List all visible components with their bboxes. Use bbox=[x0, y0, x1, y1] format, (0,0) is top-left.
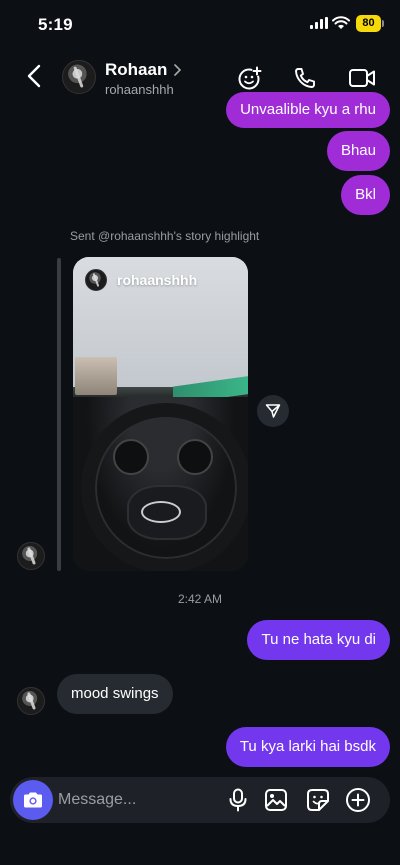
contact-username: rohaanshhh bbox=[105, 82, 174, 97]
sent-message[interactable]: Tu kya larki hai bsdk bbox=[225, 727, 390, 767]
sticker-button[interactable] bbox=[305, 787, 331, 813]
sticker-icon bbox=[307, 789, 329, 811]
sent-message[interactable]: Bhau bbox=[326, 131, 390, 171]
message-timestamp: 2:42 AM bbox=[178, 592, 223, 606]
wifi-icon bbox=[332, 16, 350, 29]
camera-icon bbox=[24, 792, 42, 808]
back-icon bbox=[27, 64, 41, 88]
story-owner-avatar bbox=[85, 269, 107, 291]
story-caption: Sent @rohaanshhh's story highlight bbox=[70, 229, 260, 243]
phone-icon bbox=[295, 68, 315, 88]
voice-call-button[interactable] bbox=[291, 64, 319, 92]
story-car-logo bbox=[141, 501, 181, 523]
effects-button[interactable] bbox=[236, 64, 264, 92]
add-effects-icon bbox=[238, 66, 262, 90]
sent-message[interactable]: Bkl bbox=[341, 175, 390, 215]
sent-message[interactable]: Unvaalible kyu a rhu bbox=[226, 92, 390, 128]
gallery-icon bbox=[265, 789, 287, 811]
microphone-icon bbox=[229, 788, 247, 812]
story-highlight-card[interactable]: rohaanshhh bbox=[73, 257, 248, 571]
cellular-signal-icon bbox=[310, 17, 328, 29]
share-button[interactable] bbox=[257, 395, 289, 427]
battery-indicator: 80 bbox=[356, 15, 384, 32]
contact-name-row: Rohaan bbox=[105, 60, 182, 80]
story-truck bbox=[75, 357, 117, 395]
chevron-right-icon bbox=[174, 64, 182, 76]
video-icon bbox=[349, 69, 375, 87]
camera-button[interactable] bbox=[13, 780, 53, 820]
message-input[interactable] bbox=[58, 777, 208, 823]
message-composer bbox=[10, 777, 390, 823]
sender-avatar[interactable] bbox=[17, 687, 45, 715]
contact-avatar[interactable] bbox=[62, 60, 96, 94]
send-icon bbox=[265, 404, 281, 418]
contact-info[interactable]: Rohaan rohaanshhh bbox=[105, 60, 182, 97]
sent-message[interactable]: Tu ne hata kyu di bbox=[247, 620, 390, 660]
contact-name: Rohaan bbox=[105, 60, 168, 79]
voice-message-button[interactable] bbox=[225, 787, 251, 813]
story-owner-name: rohaanshhh bbox=[117, 272, 198, 288]
received-message[interactable]: mood swings bbox=[57, 674, 173, 714]
more-options-button[interactable] bbox=[345, 787, 371, 813]
add-circle-icon bbox=[346, 788, 370, 812]
gallery-button[interactable] bbox=[263, 787, 289, 813]
video-call-button[interactable] bbox=[348, 64, 376, 92]
reply-bar bbox=[57, 258, 61, 571]
status-time: 5:19 bbox=[38, 15, 73, 34]
status-bar: 5:19 80 bbox=[0, 0, 400, 48]
back-button[interactable] bbox=[20, 62, 48, 90]
sender-avatar[interactable] bbox=[17, 542, 45, 570]
